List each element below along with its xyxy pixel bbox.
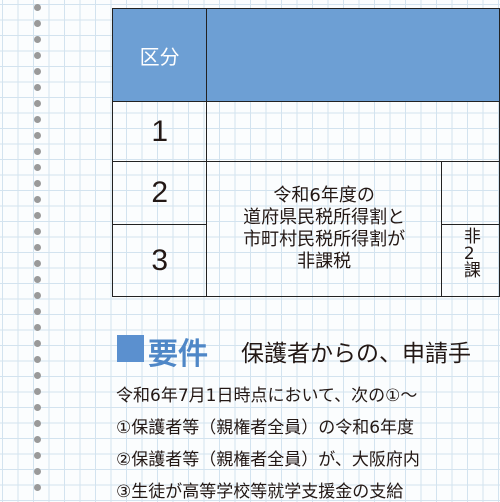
binder-hole xyxy=(34,68,41,75)
row-number: 1 xyxy=(111,101,208,162)
binder-hole xyxy=(34,484,41,491)
table-header-row: 区分 xyxy=(111,8,500,102)
binder-hole xyxy=(34,36,41,43)
binder-hole xyxy=(34,308,41,315)
section-title: 要件 xyxy=(148,337,208,372)
binder-hole xyxy=(34,420,41,427)
binder-hole xyxy=(34,324,41,331)
binder-hole xyxy=(34,196,41,203)
requirement-2: ②保護者等（親権者全員）が、大阪府内 xyxy=(116,450,420,470)
binder-hole xyxy=(34,292,41,299)
binder-hole xyxy=(34,100,41,107)
requirement-1: ①保護者等（親権者全員）の令和6年度 xyxy=(116,418,415,438)
condition-line: 非課税 xyxy=(297,251,352,272)
row-number: 3 xyxy=(111,224,208,297)
binder-hole xyxy=(34,468,41,475)
binder-holes xyxy=(34,0,42,500)
binder-hole xyxy=(34,404,41,411)
truncated-cell: 非 2 課 xyxy=(440,224,500,297)
requirement-3: ③生徒が高等学校等就学支援金の支給 xyxy=(116,482,404,502)
condition-line: 道府県民税所得割と xyxy=(243,207,406,228)
binder-hole xyxy=(34,164,41,171)
binder-hole xyxy=(34,52,41,59)
binder-hole xyxy=(34,244,41,251)
header-kubun: 区分 xyxy=(111,8,208,102)
binder-hole xyxy=(34,372,41,379)
table-row: 2 令和6年度の 道府県民税所得割と 市町村民税所得割が 非課税 xyxy=(111,161,500,297)
heading-square-mark xyxy=(117,335,144,362)
binder-hole xyxy=(34,228,41,235)
binder-hole xyxy=(34,436,41,443)
row-cell xyxy=(440,161,500,225)
binder-hole xyxy=(34,148,41,155)
binder-hole xyxy=(34,340,41,347)
binder-hole xyxy=(34,132,41,139)
fee-table: 区分 1 2 令和6年度の 道府県民税所得割と 市町村民税所得割が 非課税 3 … xyxy=(111,8,500,297)
condition-cell: 令和6年度の 道府県民税所得割と 市町村民税所得割が 非課税 xyxy=(206,161,442,297)
truncated-text: 課 xyxy=(463,261,481,281)
binder-hole xyxy=(34,388,41,395)
binder-hole xyxy=(34,212,41,219)
binder-hole xyxy=(34,4,41,11)
table-row: 1 xyxy=(111,101,500,162)
binder-hole xyxy=(34,356,41,363)
intro-line: 令和6年7月1日時点において、次の①～ xyxy=(116,386,418,406)
row-cell xyxy=(206,101,500,162)
binder-hole xyxy=(34,20,41,27)
binder-hole xyxy=(34,276,41,283)
row-number: 2 xyxy=(111,161,208,225)
header-blank xyxy=(206,8,500,102)
binder-hole xyxy=(34,260,41,267)
condition-line: 市町村民税所得割が xyxy=(243,229,406,250)
condition-line: 令和6年度の xyxy=(273,185,375,206)
binder-hole xyxy=(34,452,41,459)
binder-hole xyxy=(34,116,41,123)
binder-hole xyxy=(34,180,41,187)
section-subtitle: 保護者からの、申請手 xyxy=(241,341,471,367)
binder-hole xyxy=(34,84,41,91)
